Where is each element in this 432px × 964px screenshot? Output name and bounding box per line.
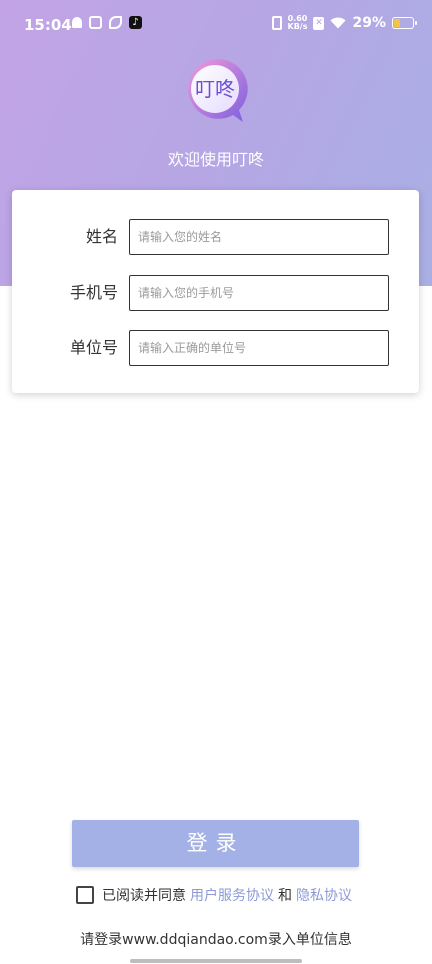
agreement-row: 已阅读并同意 用户服务协议 和 隐私协议 bbox=[0, 884, 432, 906]
bell-icon bbox=[72, 17, 82, 28]
battery-fill bbox=[394, 19, 400, 27]
phone-label: 手机号 bbox=[69, 283, 118, 302]
vibrate-icon bbox=[271, 16, 282, 30]
name-label: 姓名 bbox=[85, 227, 118, 246]
network-speed: 0.60 KB/s bbox=[288, 15, 308, 31]
phone-input[interactable] bbox=[129, 275, 389, 311]
app-logo: 叮咚 bbox=[188, 58, 248, 122]
battery-icon bbox=[392, 17, 417, 29]
name-input[interactable] bbox=[129, 219, 389, 255]
unit-label: 单位号 bbox=[69, 338, 118, 357]
login-form-card: 姓名 手机号 单位号 bbox=[12, 190, 419, 393]
home-indicator[interactable] bbox=[130, 959, 302, 963]
unit-input[interactable] bbox=[129, 330, 389, 366]
sim-icon: ✕ bbox=[313, 16, 325, 30]
system-icons: 0.60 KB/s ✕ 29% bbox=[271, 15, 417, 31]
leaf-icon bbox=[109, 16, 122, 29]
tiktok-icon: ♪ bbox=[129, 16, 142, 29]
notification-icons: ♪ bbox=[72, 16, 142, 29]
footer-text: 请登录www.ddqiandao.com录入单位信息 bbox=[80, 932, 352, 948]
network-speed-unit: KB/s bbox=[287, 22, 308, 31]
privacy-policy-link[interactable]: 隐私协议 bbox=[296, 885, 352, 905]
status-time: 15:04 bbox=[24, 16, 72, 34]
logo-text: 叮咚 bbox=[195, 77, 235, 101]
status-bar: 15:04 ♪ 0.60 KB/s ✕ 29% bbox=[0, 0, 432, 52]
agreement-checkbox[interactable] bbox=[76, 886, 94, 904]
unit-row: 单位号 bbox=[12, 330, 419, 366]
phone-row: 手机号 bbox=[12, 275, 419, 311]
box-icon bbox=[89, 16, 102, 29]
battery-percent: 29% bbox=[352, 15, 386, 31]
user-agreement-link[interactable]: 用户服务协议 bbox=[190, 885, 274, 905]
name-row: 姓名 bbox=[12, 219, 419, 255]
login-button[interactable]: 登录 bbox=[72, 820, 359, 867]
welcome-text: 欢迎使用叮咚 bbox=[167, 150, 264, 169]
agreement-conjunction: 和 bbox=[278, 888, 292, 904]
agreement-prefix: 已阅读并同意 bbox=[102, 888, 186, 904]
wifi-icon bbox=[330, 17, 346, 29]
